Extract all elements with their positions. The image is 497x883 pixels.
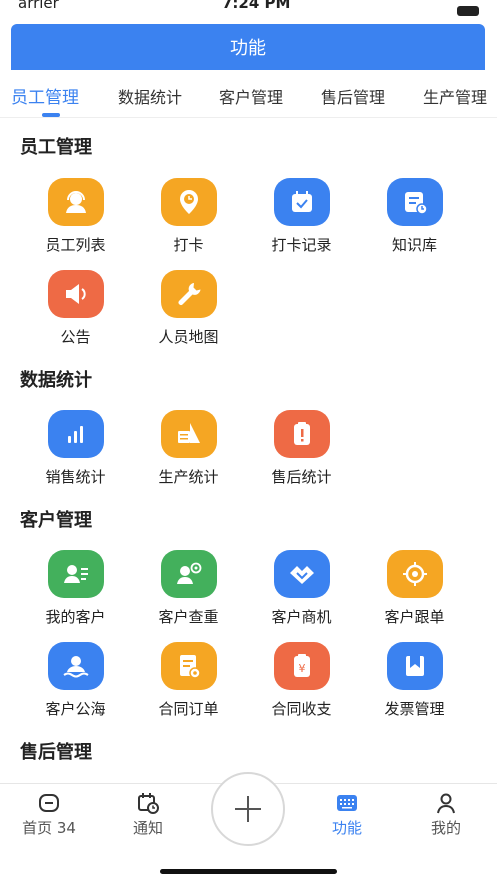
user-search-icon — [160, 550, 217, 598]
grid-label: 客户商机 — [271, 608, 332, 626]
page-title: 功能 — [230, 38, 266, 59]
bar-chart-icon — [47, 410, 104, 458]
grid-item-clock-in[interactable]: 打卡 — [132, 178, 245, 255]
grid-label: 知识库 — [391, 236, 437, 254]
carrier-label: arrier — [18, 0, 59, 12]
grid-item-staff-map[interactable]: 人员地图 — [132, 270, 245, 347]
grid-label: 客户跟单 — [384, 608, 445, 626]
grid-label: 人员地图 — [158, 328, 219, 346]
bottom-nav: 首页 34 通知 功能 我的 — [0, 772, 497, 883]
nav-label-notice: 通知 — [132, 819, 163, 837]
grid-item-customer-follow[interactable]: 客户跟单 — [358, 550, 471, 627]
grid-label: 客户公海 — [45, 700, 106, 718]
nav-item-home[interactable]: 首页 34 — [9, 792, 89, 838]
nav-item-mine[interactable]: 我的 — [406, 792, 486, 838]
grid-item-after-sales-stats[interactable]: 售后统计 — [245, 410, 358, 487]
grid-item-production-stats[interactable]: 生产统计 — [132, 410, 245, 487]
nav-item-features[interactable]: 功能 — [307, 792, 387, 838]
grid-label: 打卡记录 — [271, 236, 332, 254]
contract-icon — [160, 642, 217, 690]
contact-card-icon — [47, 550, 104, 598]
clock-label: 7:24 PM — [222, 0, 291, 12]
handshake-icon — [273, 550, 330, 598]
section-title-customers: 客户管理 — [20, 510, 92, 531]
add-button[interactable] — [211, 772, 285, 846]
grid-label: 生产统计 — [158, 468, 219, 486]
grid-label: 合同收支 — [271, 700, 332, 718]
tab-staff-management[interactable]: 员工管理 — [11, 83, 79, 108]
grid-label: 客户查重 — [158, 608, 219, 626]
grid-item-contract-finance[interactable]: ¥ 合同收支 — [245, 642, 358, 719]
grid-item-clock-records[interactable]: 打卡记录 — [245, 178, 358, 255]
grid-item-customer-opportunity[interactable]: 客户商机 — [245, 550, 358, 627]
tab-data-statistics[interactable]: 数据统计 — [118, 84, 182, 108]
wrench-icon — [160, 270, 217, 318]
plus-icon — [235, 796, 261, 822]
tab-production[interactable]: 生产管理 — [423, 84, 487, 108]
calendar-clock-icon — [138, 793, 159, 814]
headset-user-icon — [47, 178, 104, 226]
tab-customer-management[interactable]: 客户管理 — [219, 84, 283, 108]
nav-label-home: 首页 34 — [22, 819, 76, 837]
keyboard-grid-icon — [337, 795, 357, 811]
grid-label: 售后统计 — [271, 468, 332, 486]
section-title-staff: 员工管理 — [20, 137, 92, 158]
status-bar: arrier 7:24 PM — [0, 0, 497, 24]
nav-item-notice[interactable]: 通知 — [108, 792, 188, 838]
category-tabs: 员工管理 数据统计 客户管理 售后管理 生产管理 — [0, 70, 497, 118]
speaker-icon — [47, 270, 104, 318]
grid-label: 销售统计 — [45, 468, 106, 486]
tab-after-sales[interactable]: 售后管理 — [321, 84, 385, 108]
clock-pin-icon — [160, 178, 217, 226]
grid-item-contract-orders[interactable]: 合同订单 — [132, 642, 245, 719]
production-icon — [160, 410, 217, 458]
money-clipboard-icon: ¥ — [273, 642, 330, 690]
nav-label-features: 功能 — [331, 819, 362, 837]
grid-label: 合同订单 — [158, 700, 219, 718]
grid-label: 我的客户 — [45, 608, 106, 626]
person-icon — [437, 793, 455, 814]
grid-item-my-customers[interactable]: 我的客户 — [19, 550, 132, 627]
invoice-bookmark-icon — [386, 642, 443, 690]
grid-item-staff-list[interactable]: 员工列表 — [19, 178, 132, 255]
grid-item-announcement[interactable]: 公告 — [19, 270, 132, 347]
section-title-stats: 数据统计 — [20, 370, 92, 391]
calendar-check-icon — [273, 178, 330, 226]
target-icon — [386, 550, 443, 598]
grid-label: 员工列表 — [45, 236, 106, 254]
grid-item-invoice-management[interactable]: 发票管理 — [358, 642, 471, 719]
document-clock-icon — [386, 178, 443, 226]
grid-label: 打卡 — [173, 236, 204, 254]
grid-label: 发票管理 — [384, 700, 445, 718]
title-bar: 功能 — [11, 24, 485, 70]
nav-label-mine: 我的 — [430, 819, 461, 837]
section-title-after-sales: 售后管理 — [20, 742, 92, 763]
grid-item-sales-stats[interactable]: 销售统计 — [19, 410, 132, 487]
grid-item-customer-dedup[interactable]: 客户查重 — [132, 550, 245, 627]
home-indicator — [160, 869, 337, 874]
home-icon — [39, 794, 59, 812]
grid-item-customer-pool[interactable]: 客户公海 — [19, 642, 132, 719]
user-sea-icon — [47, 642, 104, 690]
active-tab-indicator — [42, 113, 60, 117]
svg-text:¥: ¥ — [298, 662, 305, 675]
battery-icon — [457, 6, 479, 16]
grid-item-knowledge-base[interactable]: 知识库 — [358, 178, 471, 255]
grid-label: 公告 — [60, 328, 91, 346]
clipboard-alert-icon — [273, 410, 330, 458]
